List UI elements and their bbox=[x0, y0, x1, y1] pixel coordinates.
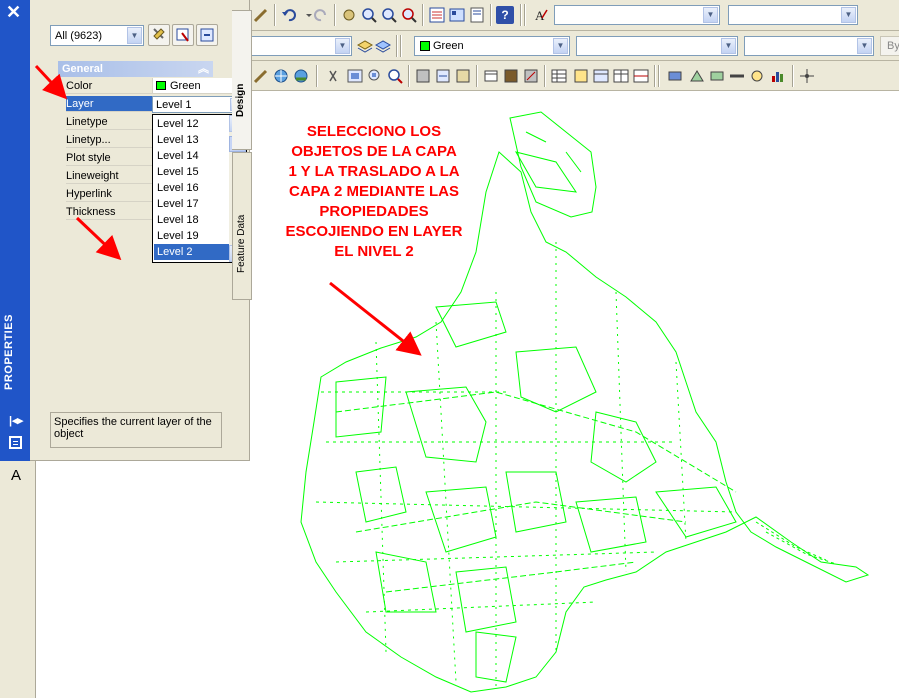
drawing-block bbox=[515, 346, 597, 413]
green-swatch-icon bbox=[420, 41, 430, 51]
map-toolbar bbox=[250, 61, 899, 91]
general-group-header[interactable]: General ︽ bbox=[58, 61, 213, 77]
data-icon-3[interactable] bbox=[454, 67, 472, 85]
tool-palettes-icon[interactable] bbox=[468, 6, 486, 24]
drawing-block bbox=[375, 551, 437, 613]
map-search-icon[interactable] bbox=[386, 67, 404, 85]
drawing-block bbox=[435, 301, 507, 348]
zoom-previous-icon[interactable] bbox=[400, 6, 418, 24]
match-properties-icon[interactable] bbox=[252, 6, 270, 24]
undo-icon[interactable] bbox=[280, 6, 298, 24]
drawing-block bbox=[425, 486, 497, 553]
general-group-title: General bbox=[62, 63, 103, 75]
linetype-control-combo[interactable]: ▼ bbox=[576, 36, 738, 56]
map-zoom-icon[interactable] bbox=[366, 67, 384, 85]
data-icon-5[interactable] bbox=[502, 67, 520, 85]
make-object-layer-current-icon[interactable] bbox=[356, 37, 374, 55]
plot-style-combo[interactable]: By bbox=[880, 36, 899, 56]
collapse-chevron-icon[interactable]: ︽ bbox=[198, 61, 209, 77]
redo-icon[interactable] bbox=[312, 6, 330, 24]
table-icon-1[interactable] bbox=[550, 67, 568, 85]
quick-select-icon[interactable] bbox=[196, 24, 218, 46]
data-icon-2[interactable] bbox=[434, 67, 452, 85]
tool-icon-3[interactable] bbox=[708, 67, 726, 85]
palette-title: PROPERTIES bbox=[3, 314, 15, 390]
tool-icon-2[interactable] bbox=[688, 67, 706, 85]
properties-icon[interactable] bbox=[428, 6, 446, 24]
snap-icon[interactable] bbox=[798, 67, 816, 85]
chevron-down-icon[interactable]: ▼ bbox=[127, 27, 142, 44]
auto-hide-icon[interactable]: |◂▸ bbox=[9, 414, 23, 427]
toggle-pickadd-icon[interactable] bbox=[148, 24, 170, 46]
selection-filter-combo[interactable]: All (9623) ▼ bbox=[50, 25, 144, 46]
drawing-block bbox=[575, 496, 647, 553]
layers-toolbar: ▼ Green ▼ ▼ ▼ By bbox=[248, 31, 899, 61]
tool-icon-1[interactable] bbox=[666, 67, 684, 85]
drawing-block bbox=[455, 566, 517, 633]
text-tool-button[interactable]: A bbox=[6, 465, 26, 487]
query-icon[interactable] bbox=[324, 67, 342, 85]
tool-icon-6[interactable] bbox=[768, 67, 786, 85]
pan-realtime-icon[interactable] bbox=[340, 6, 358, 24]
layer-previous-icon[interactable] bbox=[374, 37, 392, 55]
tool-icon-4[interactable] bbox=[728, 67, 746, 85]
zoom-realtime-icon[interactable] bbox=[360, 6, 378, 24]
color-control-combo[interactable]: Green ▼ bbox=[414, 36, 570, 56]
toolbar-icon-1[interactable] bbox=[252, 67, 270, 85]
palette-menu-icon[interactable] bbox=[9, 436, 22, 449]
globe-grid-icon[interactable] bbox=[292, 67, 310, 85]
data-icon-4[interactable] bbox=[482, 67, 500, 85]
layer-combo[interactable]: ▼ bbox=[248, 36, 352, 56]
table-icon-2[interactable] bbox=[572, 67, 590, 85]
data-icon-6[interactable] bbox=[522, 67, 540, 85]
close-icon[interactable]: ✕ bbox=[6, 2, 21, 23]
text-style-combo[interactable]: ▼ bbox=[554, 5, 720, 25]
select-objects-icon[interactable] bbox=[172, 24, 194, 46]
table-icon-5[interactable] bbox=[632, 67, 650, 85]
standard-toolbar: ? A ▼ ▼ bbox=[250, 0, 899, 31]
drawing-block bbox=[335, 376, 387, 438]
drawing-streets bbox=[315, 391, 737, 613]
map-display-icon[interactable] bbox=[346, 67, 364, 85]
tool-icon-5[interactable] bbox=[748, 67, 766, 85]
text-style-icon[interactable]: A bbox=[532, 6, 550, 24]
drawing-block bbox=[355, 466, 407, 523]
left-side-toolbar: A bbox=[0, 461, 36, 698]
drawing-block bbox=[590, 411, 657, 483]
data-icon-1[interactable] bbox=[414, 67, 432, 85]
drawing-parcel bbox=[514, 131, 582, 193]
annotation-text: SELECCIONO LOS OBJETOS DE LA CAPA 1 Y LA… bbox=[285, 123, 463, 260]
green-swatch-icon bbox=[156, 81, 166, 90]
table-icon-4[interactable] bbox=[612, 67, 630, 85]
lineweight-control-combo[interactable]: ▼ bbox=[744, 36, 874, 56]
globe-icon[interactable] bbox=[272, 67, 290, 85]
table-icon-3[interactable] bbox=[592, 67, 610, 85]
properties-palette-titlebar[interactable]: ✕ PROPERTIES |◂▸ bbox=[0, 0, 30, 461]
drawing-streets bbox=[755, 521, 837, 565]
selection-filter-value: All (9623) bbox=[55, 30, 103, 42]
dim-style-combo[interactable]: ▼ bbox=[728, 5, 858, 25]
help-icon[interactable]: ? bbox=[496, 6, 514, 24]
color-control-value: Green bbox=[433, 40, 464, 52]
zoom-window-icon[interactable] bbox=[380, 6, 398, 24]
design-center-icon[interactable] bbox=[448, 6, 466, 24]
plot-style-value: By bbox=[887, 40, 899, 52]
drawing-streets bbox=[335, 391, 737, 593]
color-value-text: Green bbox=[170, 80, 201, 92]
